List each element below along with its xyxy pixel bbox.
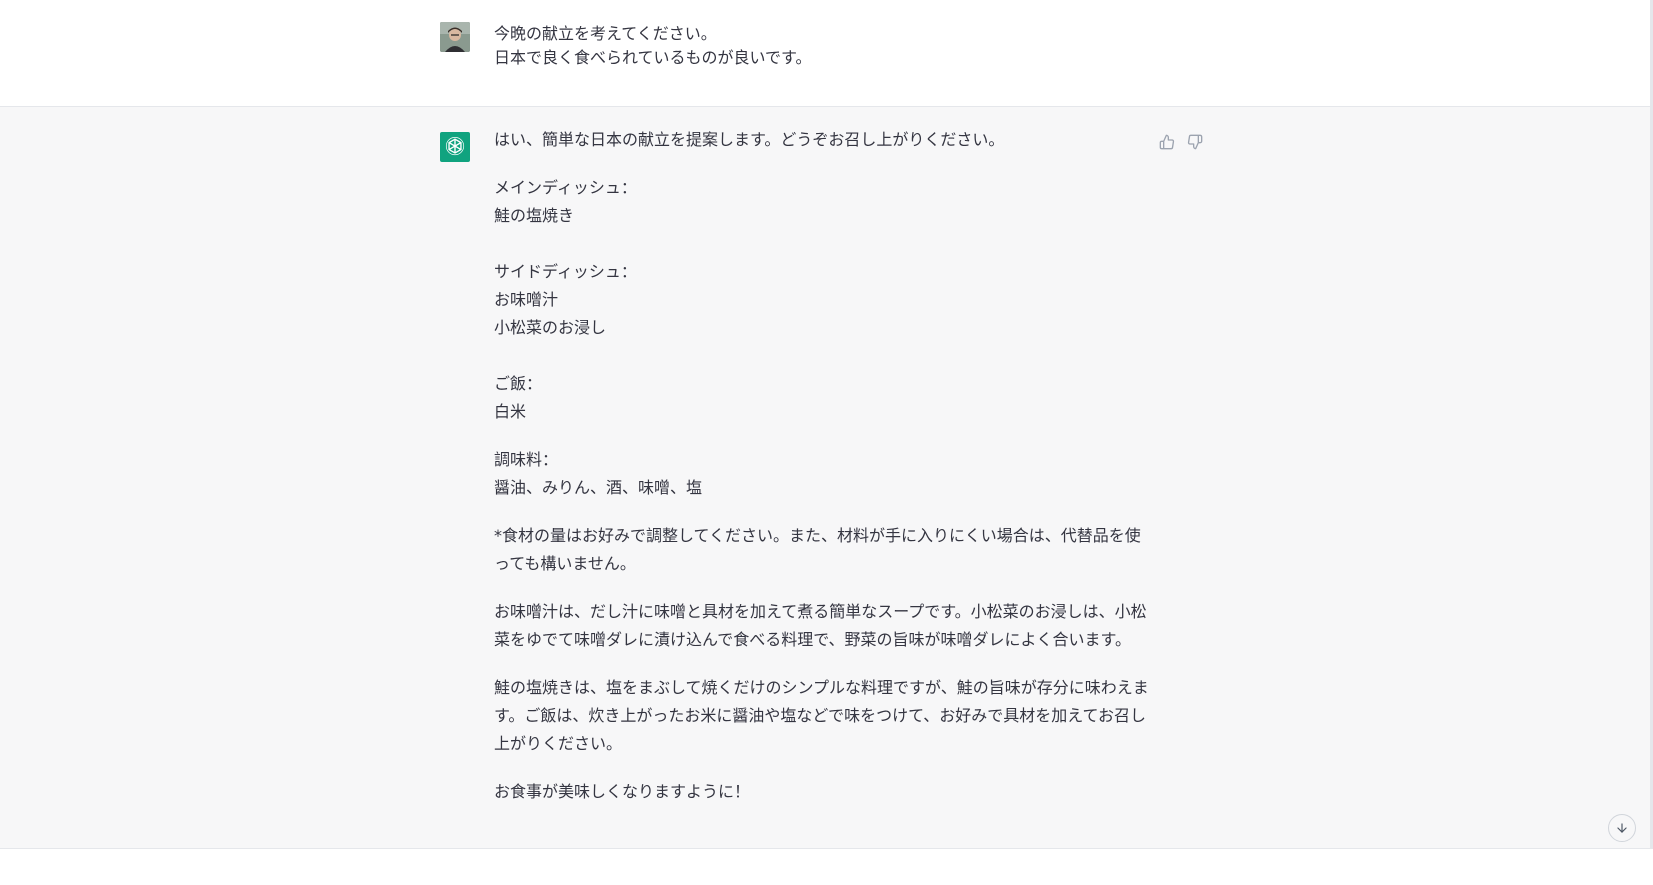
thumbs-down-icon[interactable] [1186, 133, 1204, 151]
user-message-row: 今晩の献立を考えてください。 日本で良く食べられているものが良いです。 [0, 0, 1650, 107]
user-message-line: 今晩の献立を考えてください。 [494, 24, 717, 43]
assistant-message-text: はい、簡単な日本の献立を提案します。どうぞお召し上がりください。 メインディッシ… [494, 126, 1154, 826]
closing-paragraph: お食事が美味しくなりますように！ [494, 782, 751, 801]
side-dish-item: お味噌汁 [494, 290, 559, 309]
arrow-down-icon [1617, 823, 1627, 833]
note-paragraph: *食材の量はお好みで調整してください。また、材料が手に入りにくい場合は、代替品を… [494, 526, 1141, 573]
feedback-buttons [1158, 133, 1204, 151]
explanation-paragraph: お味噌汁は、だし汁に味噌と具材を加えて煮る簡単なスープです。小松菜のお浸しは、小… [494, 602, 1147, 649]
seasoning-item: 醤油、みりん、酒、味噌、塩 [494, 478, 703, 497]
side-dish-heading: サイドディッシュ： [494, 262, 637, 281]
side-dish-item: 小松菜のお浸し [494, 318, 607, 337]
assistant-intro: はい、簡単な日本の献立を提案します。どうぞお召し上がりください。 [494, 130, 1005, 149]
footer-area [0, 849, 1650, 885]
main-dish-item: 鮭の塩焼き [494, 206, 575, 225]
main-dish-heading: メインディッシュ： [494, 178, 637, 197]
user-message-text: 今晩の献立を考えてください。 日本で良く食べられているものが良いです。 [494, 22, 1174, 70]
seasoning-block: 調味料： 醤油、みりん、酒、味噌、塩 [494, 446, 1154, 502]
user-avatar [440, 22, 470, 52]
explanation-paragraph: 鮭の塩焼きは、塩をまぶして焼くだけのシンプルな料理ですが、鮭の旨味が存分に味わえ… [494, 678, 1149, 753]
rice-item: 白米 [494, 402, 527, 421]
openai-logo-icon [440, 132, 470, 162]
main-dish-block: メインディッシュ： 鮭の塩焼き [494, 174, 1154, 230]
assistant-message-row: はい、簡単な日本の献立を提案します。どうぞお召し上がりください。 メインディッシ… [0, 107, 1650, 849]
chat-page: 今晩の献立を考えてください。 日本で良く食べられているものが良いです。 はい、簡… [0, 0, 1653, 885]
side-dish-block: サイドディッシュ： お味噌汁 小松菜のお浸し [494, 258, 1154, 342]
rice-block: ご飯： 白米 [494, 370, 1154, 426]
scroll-down-button[interactable] [1608, 814, 1636, 842]
seasoning-heading: 調味料： [494, 450, 559, 469]
user-message-line: 日本で良く食べられているものが良いです。 [494, 48, 812, 67]
thumbs-up-icon[interactable] [1158, 133, 1176, 151]
rice-heading: ご飯： [494, 374, 543, 393]
